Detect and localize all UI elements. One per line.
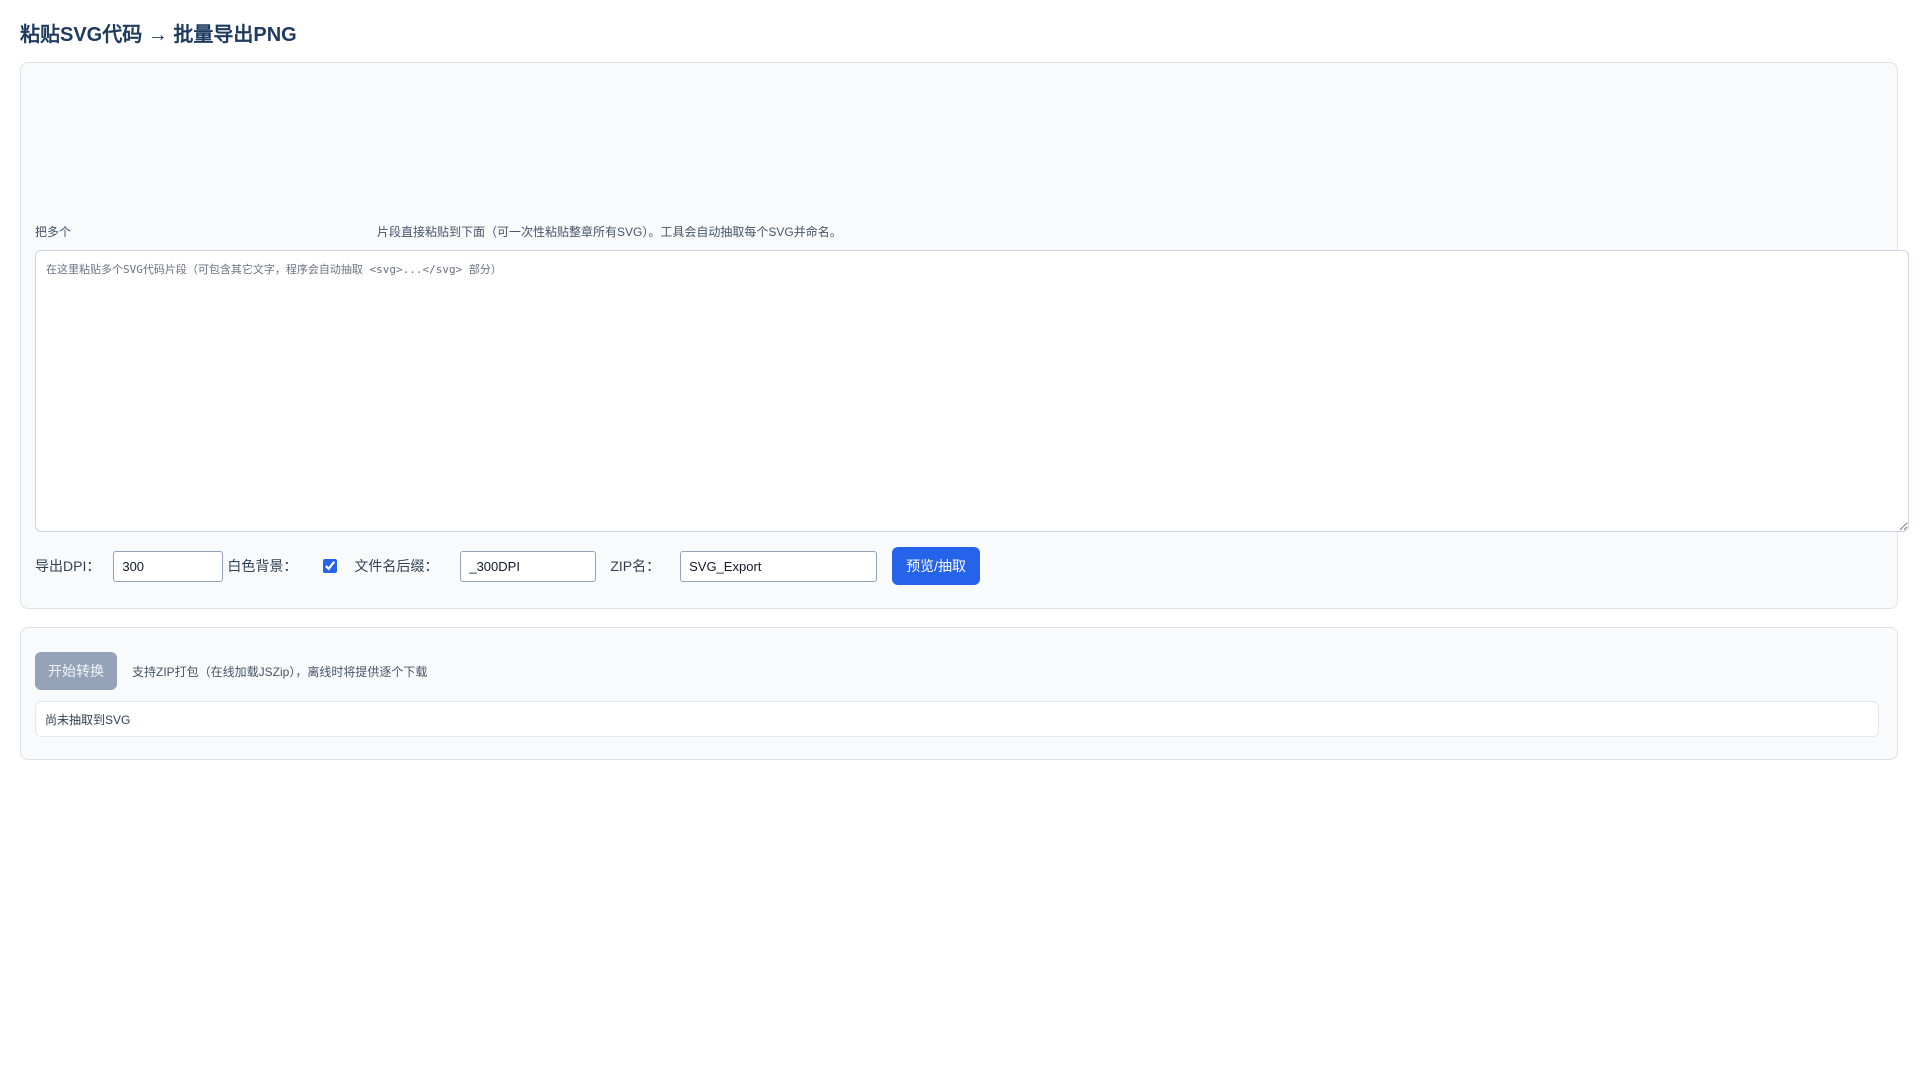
zip-support-note: 支持ZIP打包（在线加载JSZip），离线时将提供逐个下载 <box>132 664 428 679</box>
preview-extract-button[interactable]: 预览/抽取 <box>892 547 981 585</box>
export-settings-row: 导出DPI： 白色背景： 文件名后缀： ZIP名： 预览/抽取 <box>35 547 981 585</box>
dpi-input[interactable] <box>113 550 224 582</box>
start-convert-button[interactable]: 开始转换 <box>35 652 117 690</box>
status-text: 尚未抽取到SVG <box>45 712 131 727</box>
zip-name-label: ZIP名： <box>610 558 661 574</box>
paste-hint: 把多个 片段直接粘贴到下面（可一次性粘贴整章所有SVG）。工具会自动抽取每个SV… <box>35 223 842 240</box>
dpi-label: 导出DPI： <box>35 558 101 574</box>
filename-suffix-label: 文件名后缀： <box>354 558 439 574</box>
zip-name-input[interactable] <box>680 550 878 582</box>
convert-actions: 开始转换 支持ZIP打包（在线加载JSZip），离线时将提供逐个下载 <box>35 652 427 690</box>
svg-input-card: 把多个 片段直接粘贴到下面（可一次性粘贴整章所有SVG）。工具会自动抽取每个SV… <box>20 62 1909 609</box>
white-bg-checkbox[interactable] <box>323 559 338 573</box>
page-title: 粘贴SVG代码 → 批量导出PNG <box>20 24 297 46</box>
white-bg-label: 白色背景： <box>227 558 298 574</box>
convert-card: 开始转换 支持ZIP打包（在线加载JSZip），离线时将提供逐个下载 尚未抽取到… <box>20 627 1898 760</box>
paste-hint-gap <box>71 223 377 240</box>
filename-suffix-input[interactable] <box>460 550 597 582</box>
svg-code-textarea[interactable] <box>35 250 1909 532</box>
paste-hint-suffix: 片段直接粘贴到下面（可一次性粘贴整章所有SVG）。工具会自动抽取每个SVG并命名… <box>377 225 842 239</box>
status-box: 尚未抽取到SVG <box>35 701 1879 737</box>
paste-hint-prefix: 把多个 <box>35 225 72 239</box>
